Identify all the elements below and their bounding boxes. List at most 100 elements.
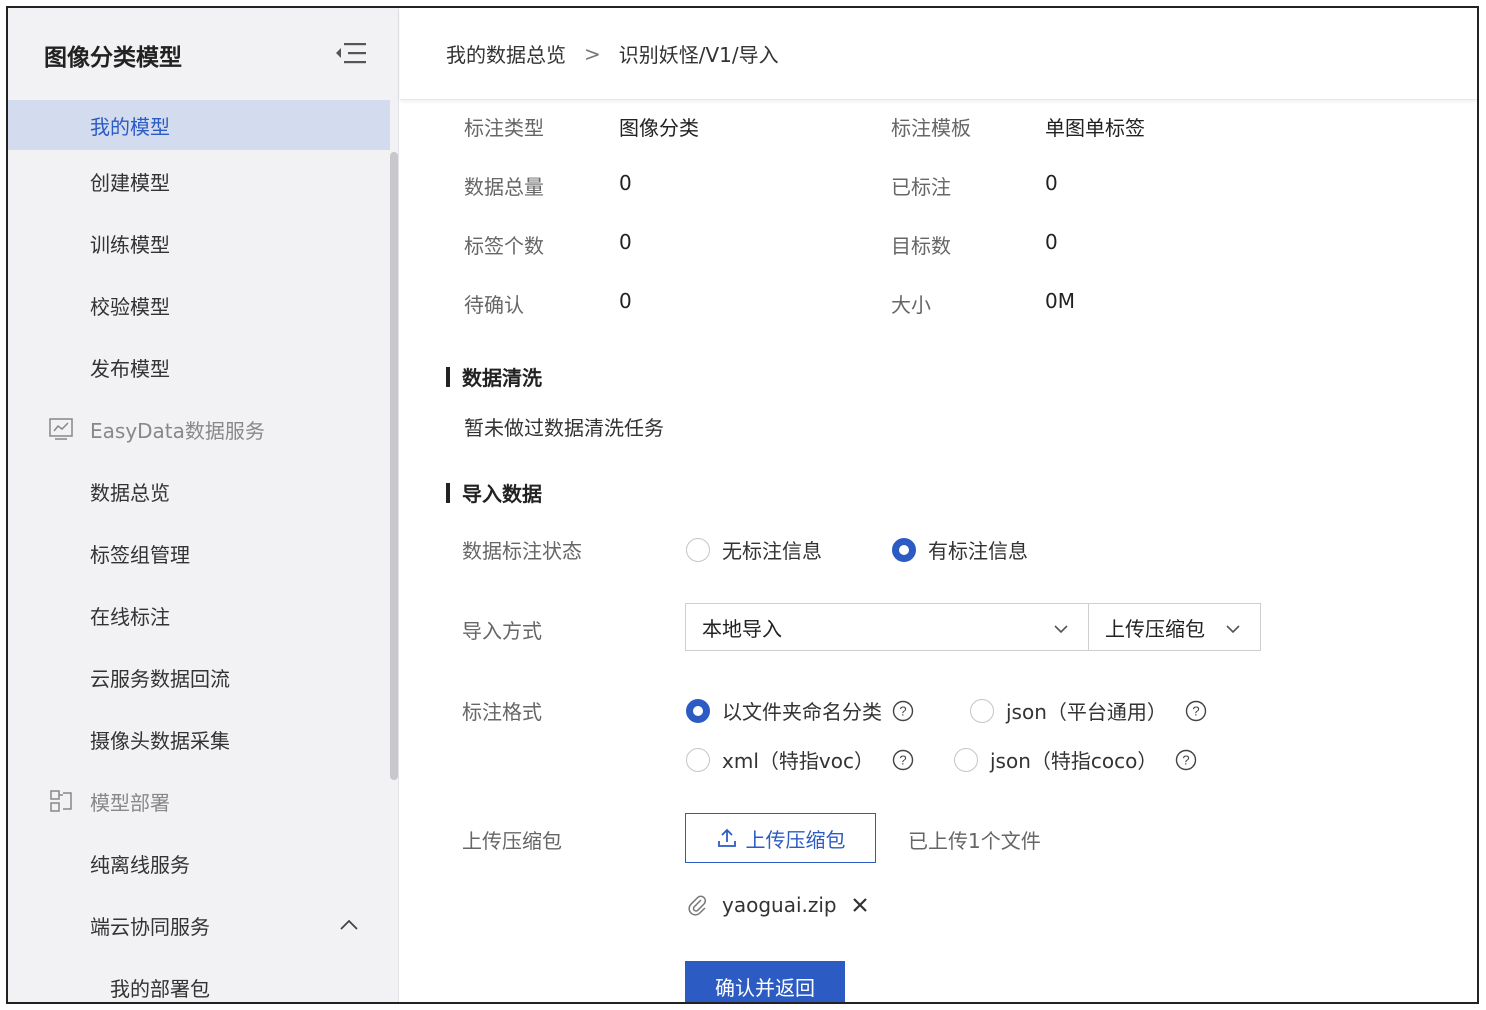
help-icon[interactable]: ?: [1185, 700, 1207, 722]
radio-label: xml（特指voc）: [722, 749, 874, 773]
uploaded-file-name: yaoguai.zip: [722, 893, 837, 917]
sidebar-group-label: EasyData数据服务: [90, 418, 265, 443]
help-icon[interactable]: ?: [1175, 749, 1197, 771]
import-method-value: 本地导入: [702, 616, 782, 641]
upload-package-button[interactable]: 上传压缩包: [685, 813, 876, 863]
section-bar: [446, 482, 450, 503]
sidebar-item-label: 校验模型: [90, 294, 170, 319]
sidebar-group-label: 模型部署: [90, 790, 170, 815]
close-icon[interactable]: [851, 896, 869, 914]
radio-circle: [686, 698, 710, 723]
collapse-menu-icon[interactable]: [330, 40, 370, 68]
radio-no-annotation[interactable]: 无标注信息: [686, 535, 822, 564]
sidebar-item-validate-model[interactable]: 校验模型: [8, 274, 390, 336]
svg-text:?: ?: [1183, 752, 1190, 767]
uploaded-file-item: yaoguai.zip: [686, 893, 869, 917]
upload-status-text: 已上传1个文件: [908, 829, 1041, 853]
breadcrumb-separator: >: [584, 41, 601, 66]
import-method-select[interactable]: 本地导入: [685, 603, 1089, 651]
sidebar-item-label: 标签组管理: [90, 542, 190, 567]
radio-circle: [686, 747, 710, 772]
sidebar-menu: 我的模型 创建模型 训练模型 校验模型 发布模型 EasyData数据服务 数据…: [8, 100, 390, 1002]
template-value: 单图单标签: [1045, 116, 1145, 140]
sidebar-header: 图像分类模型: [8, 8, 399, 100]
radio-circle: [970, 698, 994, 723]
confirm-return-button[interactable]: 确认并返回: [685, 961, 845, 1002]
sidebar-scrollbar[interactable]: [390, 152, 398, 780]
sidebar-item-publish-model[interactable]: 发布模型: [8, 336, 390, 398]
sidebar-item-my-deploy-packages[interactable]: 我的部署包: [8, 956, 390, 1002]
sidebar-item-train-model[interactable]: 训练模型: [8, 212, 390, 274]
sidebar-item-label: 创建模型: [90, 170, 170, 195]
sidebar-item-offline-service[interactable]: 纯离线服务: [8, 832, 390, 894]
sidebar-item-online-annotation[interactable]: 在线标注: [8, 584, 390, 646]
import-method-label: 导入方式: [462, 619, 542, 643]
total-value: 0: [619, 171, 632, 195]
size-value: 0M: [1045, 289, 1075, 313]
radio-label: 以文件夹命名分类: [722, 700, 882, 724]
sidebar-item-label: 云服务数据回流: [90, 666, 230, 691]
chevron-up-icon[interactable]: [338, 914, 360, 936]
import-section-title: 导入数据: [446, 478, 542, 507]
breadcrumb-root-link[interactable]: 我的数据总览: [446, 39, 566, 68]
deploy-icon: [48, 788, 74, 814]
sidebar-item-cloud-reflow[interactable]: 云服务数据回流: [8, 646, 390, 708]
sidebar-item-label: 端云协同服务: [90, 914, 210, 939]
radio-label: 无标注信息: [722, 539, 822, 563]
sidebar-group-deploy[interactable]: 模型部署: [8, 770, 390, 832]
radio-json-platform[interactable]: json（平台通用） ?: [970, 696, 1207, 725]
svg-text:?: ?: [1192, 703, 1199, 718]
sidebar-item-edge-cloud-service[interactable]: 端云协同服务: [8, 894, 390, 956]
radio-has-annotation[interactable]: 有标注信息: [892, 535, 1028, 564]
sidebar-item-label: 训练模型: [90, 232, 170, 257]
radio-circle: [954, 747, 978, 772]
main-content: 标注类型 图像分类 标注模板 单图单标签 数据总量 0 已标注 0 标签个数 0…: [400, 100, 1477, 1002]
sidebar-item-data-overview[interactable]: 数据总览: [8, 460, 390, 522]
help-icon[interactable]: ?: [892, 749, 914, 771]
annotation-type-label: 标注类型: [464, 116, 544, 140]
cleaning-note: 暂未做过数据清洗任务: [464, 416, 664, 440]
template-label: 标注模板: [891, 116, 971, 140]
sidebar-item-label: 在线标注: [90, 604, 170, 629]
labeled-label: 已标注: [891, 175, 951, 199]
sidebar-item-label: 我的部署包: [110, 976, 210, 1001]
radio-folder-classify[interactable]: 以文件夹命名分类 ?: [686, 696, 914, 725]
upload-package-label: 上传压缩包: [462, 829, 562, 853]
target-count-value: 0: [1045, 230, 1058, 254]
sidebar-group-easydata[interactable]: EasyData数据服务: [8, 398, 390, 460]
sidebar-item-tag-group[interactable]: 标签组管理: [8, 522, 390, 584]
size-label: 大小: [891, 293, 931, 317]
upload-button-label: 上传压缩包: [745, 827, 846, 852]
annotation-status-label: 数据标注状态: [462, 539, 582, 563]
radio-label: 有标注信息: [928, 539, 1028, 563]
confirm-button-label: 确认并返回: [715, 975, 815, 1000]
breadcrumb: 我的数据总览 > 识别妖怪/V1/导入: [400, 8, 1477, 100]
radio-circle: [686, 537, 710, 562]
upload-icon: [716, 827, 738, 849]
sidebar-item-create-model[interactable]: 创建模型: [8, 150, 390, 212]
annotation-type-value: 图像分类: [619, 116, 699, 140]
labeled-value: 0: [1045, 171, 1058, 195]
svg-text:?: ?: [899, 752, 906, 767]
radio-circle: [892, 537, 916, 562]
annotation-format-label: 标注格式: [462, 700, 542, 724]
upload-type-select[interactable]: 上传压缩包: [1088, 603, 1261, 651]
sidebar-item-my-models[interactable]: 我的模型: [8, 100, 390, 150]
radio-xml-voc[interactable]: xml（特指voc） ?: [686, 745, 914, 774]
cleaning-title-text: 数据清洗: [462, 366, 542, 390]
sidebar-item-label: 我的模型: [90, 114, 170, 139]
sidebar-item-camera-collect[interactable]: 摄像头数据采集: [8, 708, 390, 770]
target-count-label: 目标数: [891, 234, 951, 258]
sidebar-item-label: 摄像头数据采集: [90, 728, 230, 753]
pending-label: 待确认: [464, 293, 524, 317]
cleaning-section-title: 数据清洗: [446, 362, 542, 391]
import-title-text: 导入数据: [462, 482, 542, 506]
help-icon[interactable]: ?: [892, 700, 914, 722]
sidebar-item-label: 发布模型: [90, 356, 170, 381]
radio-json-coco[interactable]: json（特指coco） ?: [954, 745, 1197, 774]
paperclip-icon: [686, 894, 708, 916]
radio-label: json（平台通用）: [1006, 700, 1167, 724]
svg-text:?: ?: [899, 703, 906, 718]
pending-value: 0: [619, 289, 632, 313]
chevron-down-icon: [1224, 619, 1242, 637]
